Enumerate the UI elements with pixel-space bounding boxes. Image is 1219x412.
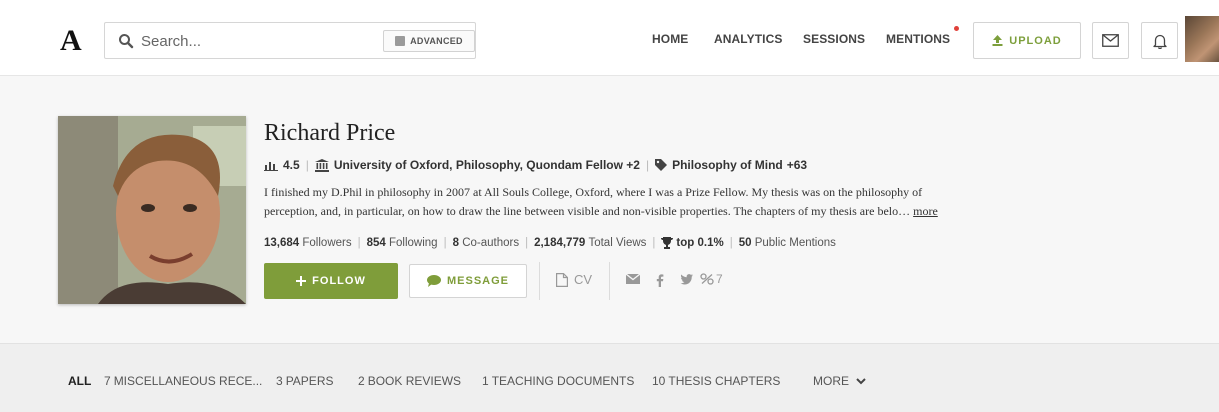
tab-miscellaneous[interactable]: 7 MISCELLANEOUS RECE...: [104, 374, 262, 388]
separator: |: [357, 237, 361, 249]
institution-icon: [314, 158, 329, 172]
public-mentions-label[interactable]: Public Mentions: [755, 237, 836, 249]
tab-count: 3: [276, 374, 283, 388]
author-score[interactable]: 4.5: [283, 158, 300, 172]
tab-label: MISCELLANEOUS RECE...: [113, 374, 263, 388]
twitter-icon[interactable]: [680, 274, 693, 285]
chevron-down-icon: [856, 378, 867, 385]
follow-button[interactable]: FOLLOW: [264, 263, 398, 299]
research-interest-link[interactable]: Philosophy of Mind: [672, 158, 783, 172]
upload-label: UPLOAD: [1009, 34, 1062, 47]
links-count: 7: [716, 272, 723, 286]
tab-label: TEACHING DOCUMENTS: [491, 374, 635, 388]
tab-label: THESIS CHAPTERS: [668, 374, 781, 388]
bell-icon: [1152, 34, 1167, 49]
bio-line-1: I finished my D.Phil in philosophy in 20…: [264, 185, 923, 199]
profile-name: Richard Price: [264, 120, 396, 146]
mentions-notification-dot: [954, 26, 959, 31]
nav-mentions[interactable]: MENTIONS: [886, 32, 950, 46]
profile-meta-row: 4.5 | University of Oxford, Philosophy, …: [264, 158, 807, 172]
tab-papers[interactable]: 3 PAPERS: [276, 374, 333, 388]
tag-icon: [655, 159, 668, 171]
separator: |: [652, 237, 656, 249]
following-label[interactable]: Following: [389, 237, 438, 249]
tab-label: ALL: [68, 374, 92, 388]
tab-count: 1: [482, 374, 489, 388]
follow-label: FOLLOW: [312, 275, 366, 287]
tab-thesis-chapters[interactable]: 10 THESIS CHAPTERS: [652, 374, 780, 388]
divider: [539, 262, 540, 300]
total-views-label[interactable]: Total Views: [588, 237, 646, 249]
separator: |: [525, 237, 529, 249]
following-count[interactable]: 854: [367, 237, 386, 249]
profile-stats: 13,684 Followers | 854 Following | 8 Co-…: [264, 237, 836, 249]
user-avatar[interactable]: [1185, 16, 1219, 62]
envelope-icon: [1102, 34, 1119, 47]
nav-analytics[interactable]: ANALYTICS: [714, 32, 782, 46]
email-share-icon[interactable]: [626, 274, 640, 284]
separator: |: [443, 237, 447, 249]
tab-more[interactable]: MORE: [813, 374, 867, 388]
separator: |: [729, 237, 733, 249]
nav-sessions[interactable]: SESSIONS: [803, 32, 865, 46]
total-views-count[interactable]: 2,184,779: [534, 237, 585, 249]
upload-button[interactable]: UPLOAD: [973, 22, 1081, 59]
cv-label: CV: [574, 272, 593, 287]
speech-bubble-icon: [426, 275, 441, 287]
top-navigation-bar: A ADVANCED HOME ANALYTICS SESSIONS MENTI…: [0, 0, 1219, 76]
inbox-button[interactable]: [1092, 22, 1129, 59]
trophy-icon: [661, 237, 674, 249]
tab-all[interactable]: ALL: [68, 374, 91, 388]
search-box: ADVANCED: [104, 22, 476, 59]
bio-more-link[interactable]: more: [913, 204, 938, 218]
upload-icon: [992, 35, 1003, 46]
separator: |: [645, 158, 650, 172]
advanced-search-icon: [395, 36, 406, 46]
bar-chart-icon: [264, 162, 278, 171]
top-percent-badge[interactable]: top 0.1%: [676, 237, 723, 249]
nav-home[interactable]: HOME: [652, 32, 688, 46]
message-button[interactable]: MESSAGE: [409, 264, 527, 298]
notifications-button[interactable]: [1141, 22, 1178, 59]
link-icon: [700, 273, 714, 285]
search-input[interactable]: [141, 30, 371, 52]
cv-link[interactable]: CV: [556, 272, 592, 287]
profile-bio: I finished my D.Phil in philosophy in 20…: [264, 183, 1044, 221]
tab-count: 10: [652, 374, 666, 388]
advanced-search-button[interactable]: ADVANCED: [383, 30, 475, 52]
coauthors-count[interactable]: 8: [453, 237, 459, 249]
document-icon: [556, 272, 568, 287]
tab-book-reviews[interactable]: 2 BOOK REVIEWS: [358, 374, 461, 388]
message-label: MESSAGE: [446, 275, 509, 287]
bio-line-2: perception, and, in particular, on how t…: [264, 204, 938, 218]
tab-count: 7: [104, 374, 111, 388]
tab-teaching-documents[interactable]: 1 TEACHING DOCUMENTS: [482, 374, 634, 388]
public-mentions-count[interactable]: 50: [739, 237, 752, 249]
tab-label: MORE: [813, 374, 849, 388]
plus-icon: [296, 276, 307, 286]
tab-label: BOOK REVIEWS: [367, 374, 462, 388]
research-interest-more[interactable]: +63: [787, 158, 807, 172]
advanced-search-label: ADVANCED: [410, 36, 463, 46]
profile-photo: [58, 116, 246, 304]
tab-count: 2: [358, 374, 365, 388]
profile-portrait-image: [58, 116, 246, 304]
tab-label: PAPERS: [285, 374, 334, 388]
separator: |: [305, 158, 309, 172]
followers-label[interactable]: Followers: [302, 237, 351, 249]
site-logo[interactable]: A: [60, 24, 82, 58]
followers-count[interactable]: 13,684: [264, 237, 299, 249]
affiliation-link[interactable]: University of Oxford, Philosophy, Quonda…: [334, 158, 640, 172]
search-icon: [119, 34, 134, 49]
facebook-icon[interactable]: [656, 274, 664, 287]
coauthors-label[interactable]: Co-authors: [462, 237, 519, 249]
links-button[interactable]: 7: [700, 272, 723, 286]
divider: [609, 262, 610, 300]
